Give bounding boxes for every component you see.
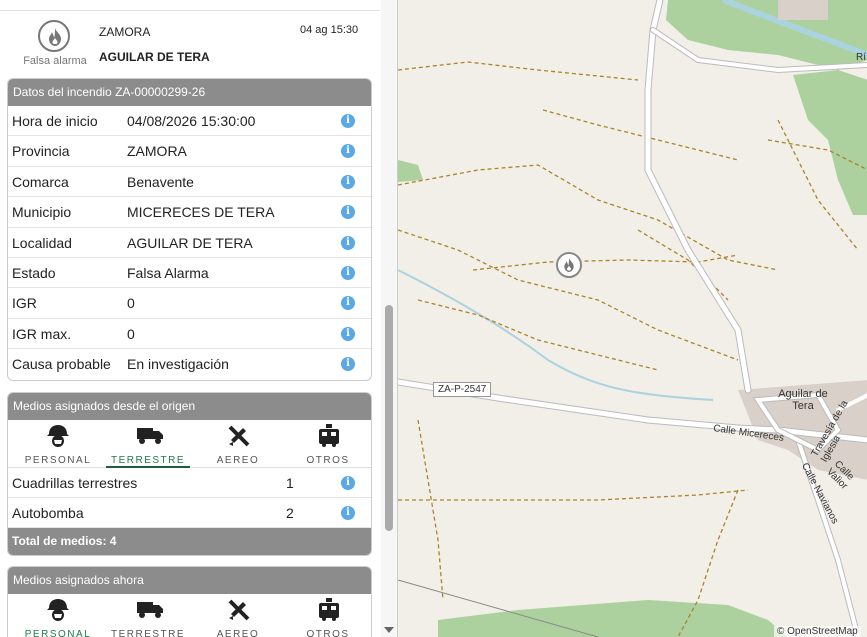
tab-label: OTROS <box>306 629 350 637</box>
incident-header[interactable]: Falsa alarma ZAMORA AGUILAR DE TERA 04 a… <box>0 0 380 74</box>
info-icon[interactable]: i <box>341 357 355 372</box>
info-icon[interactable]: i <box>341 235 355 250</box>
map-canvas <box>398 0 867 637</box>
row-key: Provincia <box>12 143 70 160</box>
info-icon[interactable]: i <box>341 476 355 490</box>
map-attribution[interactable]: © OpenStreetMap <box>774 626 861 637</box>
incident-row: IGR 0 i <box>8 288 371 319</box>
row-key: Causa probable <box>12 356 111 373</box>
map[interactable]: ZA-P-2547 Aguilar de Tera Calle Micerece… <box>397 0 867 637</box>
scrollbar[interactable] <box>381 0 397 637</box>
incident-row: Estado Falsa Alarma i <box>8 258 371 289</box>
resource-name: Autobomba <box>12 505 84 521</box>
incident-row: Hora de inicio 04/08/2026 15:30:00 i <box>8 106 371 137</box>
card-title: Datos del incendio ZA-00000299-26 <box>8 79 371 106</box>
info-icon[interactable]: i <box>341 506 355 520</box>
tab-label: PERSONAL <box>24 629 92 637</box>
incident-row: IGR max. 0 i <box>8 319 371 350</box>
town-label: Aguilar de Tera <box>778 388 828 412</box>
row-key: Estado <box>12 264 56 281</box>
tab-personal[interactable]: PERSONAL <box>14 594 102 637</box>
row-value: 0 <box>127 325 135 342</box>
row-value: AGUILAR DE TERA <box>127 234 253 251</box>
header-datetime: 04 ag 15:30 <box>300 24 359 36</box>
info-icon[interactable]: i <box>341 114 355 128</box>
tab-personal[interactable]: PERSONAL <box>14 420 102 468</box>
row-key: IGR max. <box>12 325 72 342</box>
status-label: Falsa alarma <box>23 55 87 67</box>
info-icon[interactable]: i <box>341 205 355 220</box>
total-resources: Total de medios: 4 <box>8 528 371 555</box>
row-value: 0 <box>127 295 135 312</box>
tab-label: TERRESTRE <box>110 629 186 637</box>
card-title: Medios asignados desde el origen <box>8 393 371 420</box>
row-key: Hora de inicio <box>12 113 98 129</box>
row-key: Localidad <box>12 234 72 251</box>
incident-data-card: Datos del incendio ZA-00000299-26 Hora d… <box>7 78 372 381</box>
header-locality: AGUILAR DE TERA <box>99 50 210 64</box>
resource-row: Cuadrillas terrestres 1 i <box>8 468 371 498</box>
resource-name: Cuadrillas terrestres <box>12 475 138 491</box>
incident-row: Municipio MICERECES DE TERA i <box>8 197 371 228</box>
tab-otros[interactable]: OTROS <box>284 420 371 468</box>
info-icon[interactable]: i <box>341 296 355 311</box>
info-icon[interactable]: i <box>341 174 355 189</box>
info-icon[interactable]: i <box>341 144 355 159</box>
row-key: IGR <box>12 295 37 312</box>
tab-aereo[interactable]: AEREO <box>194 420 282 468</box>
scroll-down-arrow[interactable] <box>384 627 394 633</box>
incident-row: Localidad AGUILAR DE TERA i <box>8 228 371 258</box>
origin-resources-card: Medios asignados desde el origen PERSONA… <box>7 392 372 556</box>
row-value: 04/08/2026 15:30:00 <box>127 113 256 129</box>
tab-label: PERSONAL <box>24 455 92 466</box>
resource-row: Autobomba 2 i <box>8 498 371 528</box>
row-value: Benavente <box>127 173 194 190</box>
tab-label: AEREO <box>216 455 260 466</box>
road-shield: ZA-P-2547 <box>433 382 492 397</box>
tab-terrestre[interactable]: TERRESTRE <box>104 420 192 468</box>
incident-row: Comarca Benavente i <box>8 167 371 198</box>
tab-aereo[interactable]: AEREO <box>194 594 282 637</box>
incident-row: Provincia ZAMORA i <box>8 136 371 167</box>
fire-icon <box>38 20 70 52</box>
row-value: Falsa Alarma <box>127 264 209 281</box>
header-province: ZAMORA <box>99 25 151 39</box>
row-value: ZAMORA <box>127 143 187 160</box>
river-label: Rí <box>856 52 866 63</box>
info-icon[interactable]: i <box>341 265 355 280</box>
row-value: MICERECES DE TERA <box>127 204 275 221</box>
resource-count: 2 <box>286 505 294 521</box>
tab-otros[interactable]: OTROS <box>284 594 371 637</box>
incident-panel: Falsa alarma ZAMORA AGUILAR DE TERA 04 a… <box>0 0 397 637</box>
row-key: Comarca <box>12 173 69 190</box>
incident-row: Causa probable En investigación i <box>8 349 371 379</box>
incident-marker[interactable] <box>556 252 582 278</box>
resource-count: 1 <box>286 475 294 491</box>
info-icon[interactable]: i <box>341 326 355 341</box>
divider <box>0 10 380 11</box>
tab-label: OTROS <box>306 455 350 466</box>
current-resources-card: Medios asignados ahora PERSONAL TERRESTRE… <box>7 566 372 637</box>
card-title: Medios asignados ahora <box>8 567 371 594</box>
tab-label: TERRESTRE <box>110 455 186 466</box>
tab-terrestre[interactable]: TERRESTRE <box>104 594 192 637</box>
tab-label: AEREO <box>216 629 260 637</box>
row-key: Municipio <box>12 204 72 221</box>
scrollbar-thumb[interactable] <box>385 305 393 531</box>
row-value: En investigación <box>127 356 229 373</box>
